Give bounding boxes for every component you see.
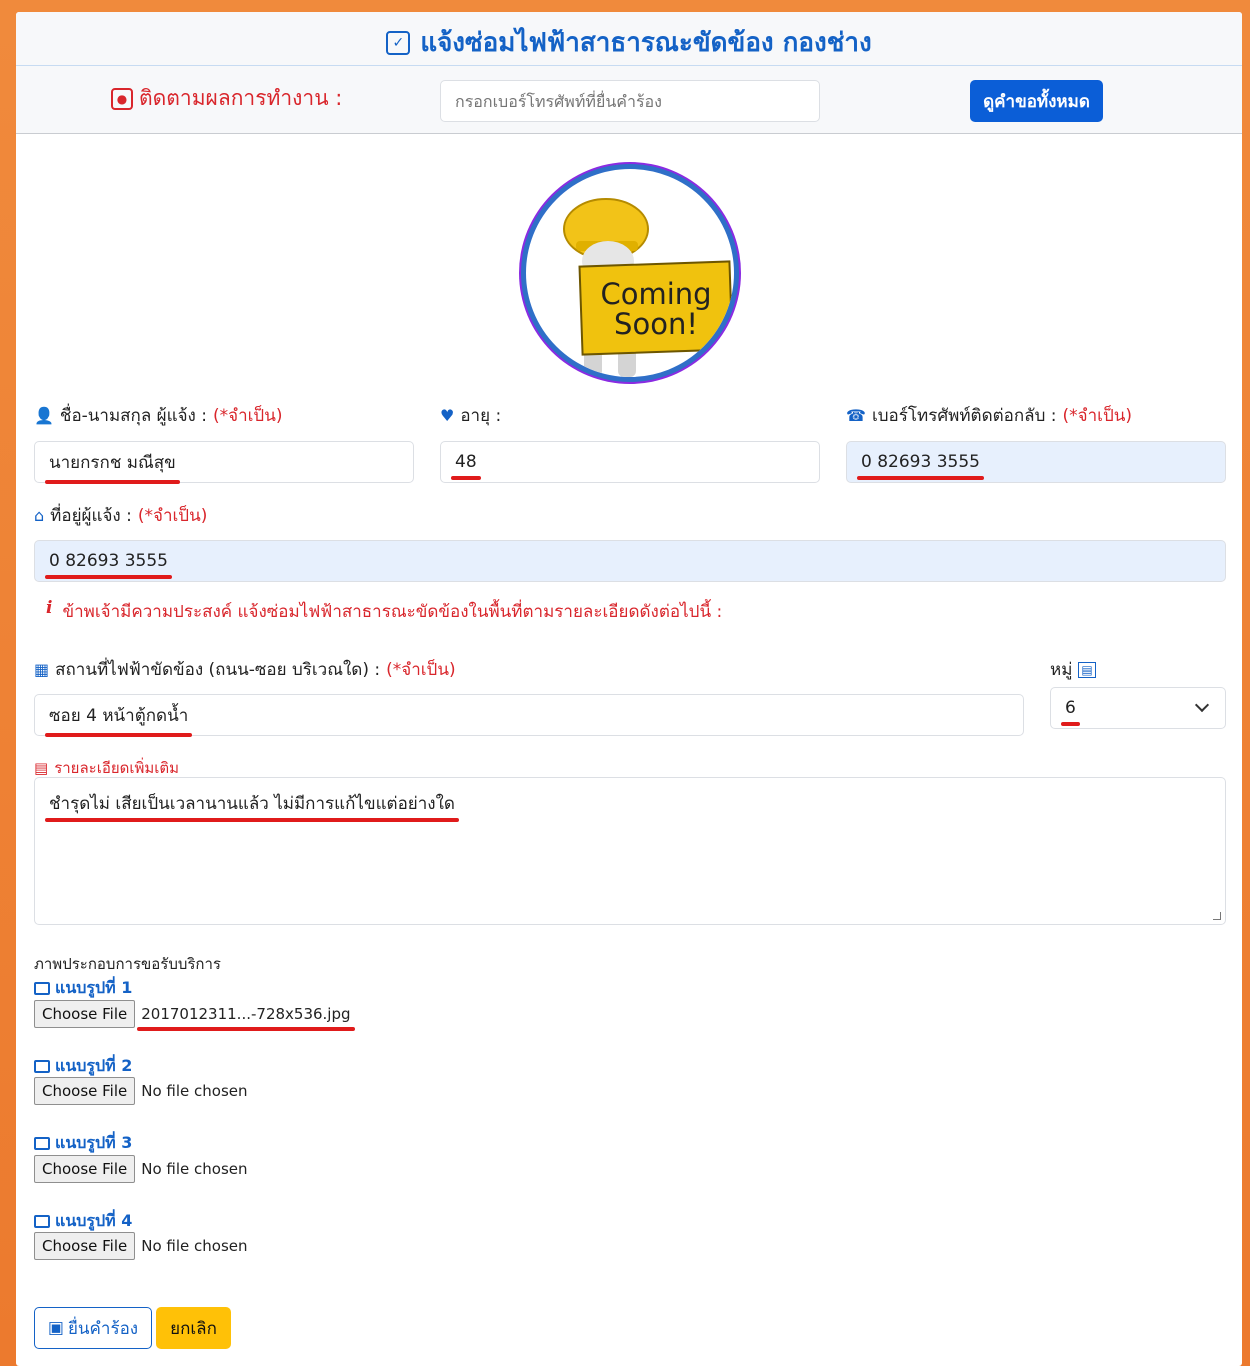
file-name-4: No file chosen	[141, 1237, 248, 1255]
track-label: ● ติดตามผลการทำงาน :	[111, 82, 342, 115]
phone-input[interactable]: 0 82693 3555	[846, 441, 1226, 483]
choose-file-button-2[interactable]: Choose File	[34, 1077, 136, 1105]
choose-file-button-1[interactable]: Choose File	[34, 1000, 136, 1028]
view-all-requests-button[interactable]: ดูคำขอทั้งหมด	[970, 80, 1103, 122]
shop-icon: ▦	[34, 660, 50, 679]
person-badge-icon: ●	[111, 87, 133, 110]
file-row-1: Choose File 2017012311...-728x536.jpg	[34, 1000, 355, 1031]
file-row-4: Choose File No file chosen	[34, 1232, 248, 1260]
phone-icon: ☎	[846, 406, 866, 425]
choose-file-button-3[interactable]: Choose File	[34, 1155, 136, 1183]
card-header: ✓ แจ้งซ่อมไฟฟ้าสาธารณะขัดข้อง กองช่าง ● …	[16, 12, 1242, 134]
document-icon: ▤	[34, 759, 49, 777]
attachments-heading: ภาพประกอบการขอรับบริการ	[34, 955, 221, 973]
file-name-1: 2017012311...-728x536.jpg	[137, 1005, 355, 1031]
attachment-label-4: แนบรูปที่ 4	[34, 1209, 132, 1234]
checklist-icon: ✓	[386, 30, 411, 55]
name-label: 👤 ชื่อ-นามสกุล ผู้แจ้ง : (*จำเป็น)	[34, 406, 283, 426]
attachment-label-3: แนบรูปที่ 3	[34, 1131, 132, 1156]
page-title-text: แจ้งซ่อมไฟฟ้าสาธารณะขัดข้อง กองช่าง	[420, 28, 872, 58]
details-textarea[interactable]: ชำรุดไม่ เสียเป็นเวลานานแล้ว ไม่มีการแก้…	[34, 777, 1226, 925]
image-icon	[34, 982, 50, 995]
track-label-text: ติดตามผลการทำงาน :	[139, 86, 343, 110]
save-icon: ▣	[47, 1318, 64, 1338]
track-phone-input[interactable]	[440, 80, 820, 122]
notice-text: i ข้าพเจ้ามีความประสงค์ แจ้งซ่อมไฟฟ้าสาธ…	[46, 598, 722, 625]
moo-label: หมู่ ▤	[1050, 656, 1096, 683]
age-input[interactable]: 48	[440, 441, 820, 483]
file-name-3: No file chosen	[141, 1160, 248, 1178]
page-title: ✓ แจ้งซ่อมไฟฟ้าสาธารณะขัดข้อง กองช่าง	[16, 20, 1242, 66]
coming-soon-logo: Coming Soon!	[521, 164, 739, 382]
image-icon	[34, 1060, 50, 1073]
image-icon	[34, 1137, 50, 1150]
logo-text-1: Coming	[600, 277, 711, 311]
name-input[interactable]: นายกรกช มณีสุข	[34, 441, 414, 484]
chevron-down-icon	[1194, 697, 1210, 713]
calendar-icon: ▤	[1078, 661, 1096, 678]
coming-soon-illustration: Coming Soon!	[563, 198, 734, 377]
file-row-2: Choose File No file chosen	[34, 1077, 248, 1105]
cancel-button[interactable]: ยกเลิก	[156, 1307, 231, 1349]
resize-handle[interactable]	[1213, 912, 1221, 920]
house-icon: ⌂	[34, 506, 45, 525]
moo-select[interactable]: 6	[1050, 687, 1226, 729]
logo-text-2: Soon!	[614, 307, 698, 341]
phone-label: ☎ เบอร์โทรศัพท์ติดต่อกลับ : (*จำเป็น)	[846, 406, 1133, 426]
choose-file-button-4[interactable]: Choose File	[34, 1232, 136, 1260]
attachment-label-1: แนบรูปที่ 1	[34, 976, 132, 1001]
file-name-2: No file chosen	[141, 1082, 248, 1100]
info-icon: i	[46, 598, 53, 618]
image-icon	[34, 1215, 50, 1228]
submit-request-button[interactable]: ▣ ยื่นคำร้อง	[34, 1307, 152, 1349]
location-input[interactable]: ซอย 4 หน้าตู้กดน้ำ	[34, 694, 1024, 737]
location-label: ▦ สถานที่ไฟฟ้าขัดข้อง (ถนน-ซอย บริเวณใด)…	[34, 660, 456, 680]
address-label: ⌂ ที่อยู่ผู้แจ้ง : (*จำเป็น)	[34, 506, 208, 526]
attachment-label-2: แนบรูปที่ 2	[34, 1054, 132, 1079]
report-card: ✓ แจ้งซ่อมไฟฟ้าสาธารณะขัดข้อง กองช่าง ● …	[16, 12, 1242, 1366]
file-row-3: Choose File No file chosen	[34, 1155, 248, 1183]
user-icon: 👤	[34, 406, 54, 425]
heart-pulse-icon: ♥	[440, 406, 455, 425]
address-input[interactable]: 0 82693 3555	[34, 540, 1226, 582]
age-label: ♥ อายุ :	[440, 406, 502, 426]
